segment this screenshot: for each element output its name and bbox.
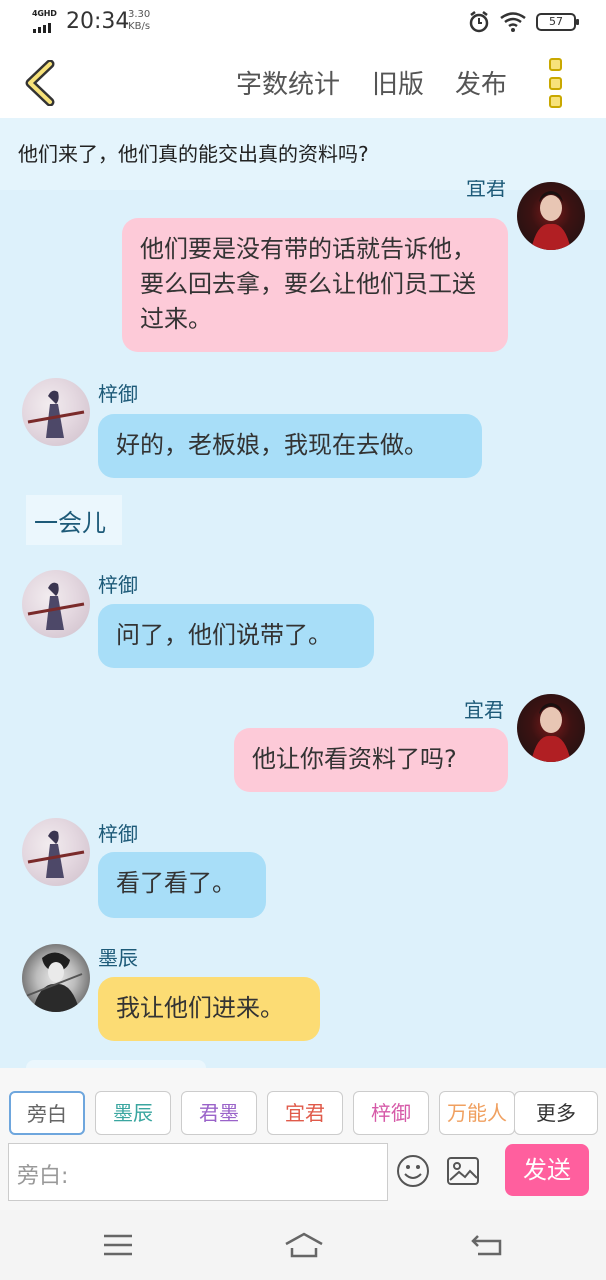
- avatar[interactable]: [517, 694, 585, 762]
- avatar[interactable]: [22, 818, 90, 886]
- role-selector: 旁白 墨辰 君墨 宜君 梓御 万能人 更多: [0, 1068, 606, 1140]
- speed-unit: KB/s: [128, 21, 151, 32]
- sender-name: 梓御: [98, 382, 138, 406]
- message-bubble[interactable]: 他们要是没有带的话就告诉他，要么回去拿，要么让他们员工送过来。: [122, 218, 508, 352]
- avatar[interactable]: [22, 570, 90, 638]
- send-button[interactable]: 发送: [505, 1144, 589, 1196]
- message-bubble[interactable]: 看了看了。: [98, 852, 266, 918]
- toolbar: 字数统计 旧版 发布: [0, 44, 606, 118]
- role-tab-junmo[interactable]: 君墨: [181, 1091, 257, 1135]
- role-tab-yijun[interactable]: 宜君: [267, 1091, 343, 1135]
- avatar[interactable]: [22, 944, 90, 1012]
- image-icon[interactable]: [446, 1156, 480, 1186]
- old-version-button[interactable]: 旧版: [372, 64, 424, 101]
- back-icon[interactable]: [470, 1230, 506, 1260]
- role-tab-narrator[interactable]: 旁白: [9, 1091, 85, 1135]
- sender-name: 墨辰: [98, 946, 138, 970]
- message-bubble[interactable]: 我让他们进来。: [98, 977, 320, 1041]
- battery-icon: 57: [536, 13, 579, 31]
- avatar[interactable]: [22, 378, 90, 446]
- status-bar: 4GHD 20:34 3.30 KB/s 57: [0, 0, 606, 44]
- system-nav-bar: [0, 1210, 606, 1280]
- sender-name: 梓御: [98, 573, 138, 597]
- more-menu-icon[interactable]: [549, 58, 565, 108]
- message-bubble[interactable]: 好的，老板娘，我现在去做。: [98, 414, 482, 478]
- clock: 20:34: [66, 9, 130, 34]
- role-tab-mochen[interactable]: 墨辰: [95, 1091, 171, 1135]
- role-tab-ziyu[interactable]: 梓御: [353, 1091, 429, 1135]
- publish-button[interactable]: 发布: [455, 64, 507, 101]
- speed-value: 3.30: [128, 9, 151, 20]
- composer: 旁白: 发送: [0, 1140, 606, 1210]
- network-speed: 3.30 KB/s: [128, 9, 150, 33]
- chat-area[interactable]: 他们来了，他们真的能交出真的资料吗? 宜君 他们要是没有带的话就告诉他，要么回去…: [0, 118, 606, 1068]
- alarm-icon: [469, 11, 489, 33]
- network-type: 4GHD: [32, 9, 57, 18]
- sender-name: 梓御: [98, 822, 138, 846]
- wifi-icon: [500, 12, 526, 32]
- battery-level: 57: [549, 15, 563, 28]
- back-arrow-icon[interactable]: [20, 60, 60, 106]
- narration-text[interactable]: 一会儿: [26, 495, 122, 545]
- home-icon[interactable]: [284, 1230, 324, 1260]
- chat-topic: 他们来了，他们真的能交出真的资料吗?: [0, 118, 606, 190]
- emoji-icon[interactable]: [396, 1154, 430, 1188]
- sender-name: 宜君: [464, 698, 504, 722]
- more-roles-button[interactable]: 更多: [514, 1091, 598, 1135]
- role-tab-universal[interactable]: 万能人: [439, 1091, 515, 1135]
- message-input[interactable]: 旁白:: [8, 1143, 388, 1201]
- avatar[interactable]: [517, 182, 585, 250]
- message-bubble[interactable]: 问了，他们说带了。: [98, 604, 374, 668]
- next-message-partial: [26, 1060, 206, 1068]
- message-bubble[interactable]: 他让你看资料了吗?: [234, 728, 508, 792]
- sender-name: 宜君: [466, 180, 506, 200]
- signal-icon: 4GHD: [32, 9, 60, 33]
- word-count-button[interactable]: 字数统计: [236, 64, 340, 101]
- menu-icon[interactable]: [100, 1230, 136, 1260]
